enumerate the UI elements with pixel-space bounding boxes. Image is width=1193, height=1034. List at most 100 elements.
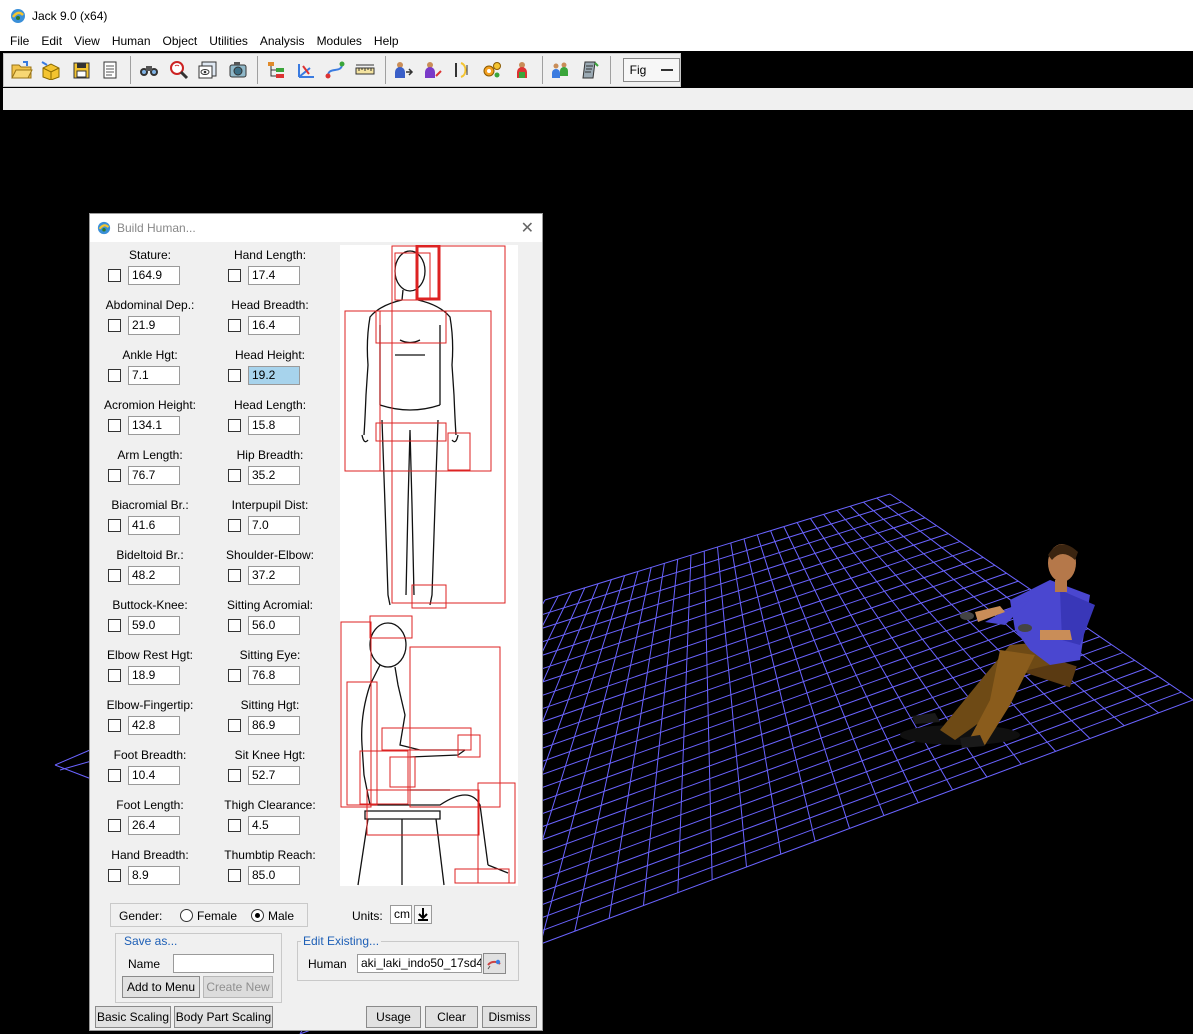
- field-value-input[interactable]: 10.4: [128, 766, 180, 785]
- field-label: Abdominal Dep.:: [105, 298, 195, 312]
- reach-icon[interactable]: [449, 56, 477, 84]
- usage-button[interactable]: Usage: [366, 1006, 421, 1028]
- clear-button[interactable]: Clear: [425, 1006, 478, 1028]
- pick-human-icon[interactable]: [483, 953, 506, 974]
- field-value-input[interactable]: 86.9: [248, 716, 300, 735]
- path-icon[interactable]: [322, 56, 350, 84]
- menu-analysis[interactable]: Analysis: [254, 34, 311, 48]
- gender-female-option[interactable]: Female: [180, 909, 237, 923]
- field-lock-checkbox[interactable]: [228, 719, 241, 732]
- field-value-input[interactable]: 8.9: [128, 866, 180, 885]
- field-value-input[interactable]: 4.5: [248, 816, 300, 835]
- field-value-input[interactable]: 59.0: [128, 616, 180, 635]
- field-value-input[interactable]: 42.8: [128, 716, 180, 735]
- search-view-icon[interactable]: [165, 56, 193, 84]
- menu-file[interactable]: File: [4, 34, 35, 48]
- field-lock-checkbox[interactable]: [108, 619, 121, 632]
- save-icon[interactable]: [67, 56, 95, 84]
- field-value-input[interactable]: 7.0: [248, 516, 300, 535]
- field-lock-checkbox[interactable]: [228, 469, 241, 482]
- menu-modules[interactable]: Modules: [311, 34, 368, 48]
- open-object-icon[interactable]: [38, 56, 66, 84]
- body-part-scaling-button[interactable]: Body Part Scaling: [174, 1006, 273, 1028]
- menu-edit[interactable]: Edit: [35, 34, 68, 48]
- field-value-input[interactable]: 7.1: [128, 366, 180, 385]
- close-icon[interactable]: ✕: [521, 218, 534, 238]
- field-value-input[interactable]: 15.8: [248, 416, 300, 435]
- camera-icon[interactable]: [224, 56, 252, 84]
- field-lock-checkbox[interactable]: [228, 869, 241, 882]
- field-value-input[interactable]: 85.0: [248, 866, 300, 885]
- name-field[interactable]: [173, 954, 274, 973]
- menu-utilities[interactable]: Utilities: [203, 34, 254, 48]
- menu-human[interactable]: Human: [106, 34, 157, 48]
- menu-view[interactable]: View: [68, 34, 106, 48]
- figure-axes-icon[interactable]: [292, 56, 320, 84]
- field-lock-checkbox[interactable]: [108, 519, 121, 532]
- binoculars-icon[interactable]: [135, 56, 163, 84]
- create-new-button[interactable]: Create New: [203, 976, 273, 998]
- hierarchy-tree-icon[interactable]: [262, 56, 290, 84]
- scroll-tool-icon[interactable]: [576, 56, 604, 84]
- field-value-input[interactable]: 18.9: [128, 666, 180, 685]
- anthropometry-diagram[interactable]: [340, 244, 518, 886]
- ruler-icon[interactable]: [351, 56, 379, 84]
- human-figure[interactable]: [900, 544, 1095, 748]
- add-to-menu-button[interactable]: Add to Menu: [122, 976, 200, 998]
- field-lock-checkbox[interactable]: [108, 469, 121, 482]
- field-lock-checkbox[interactable]: [108, 819, 121, 832]
- male-radio[interactable]: [251, 909, 264, 922]
- field-value-input[interactable]: 37.2: [248, 566, 300, 585]
- units-dropdown-icon[interactable]: [414, 905, 432, 924]
- field-lock-checkbox[interactable]: [108, 269, 121, 282]
- menu-help[interactable]: Help: [368, 34, 405, 48]
- basic-scaling-button[interactable]: Basic Scaling: [95, 1006, 171, 1028]
- field-lock-checkbox[interactable]: [108, 769, 121, 782]
- gender-male-option[interactable]: Male: [251, 909, 294, 923]
- human-scale-icon[interactable]: [508, 56, 536, 84]
- gears-figure-icon[interactable]: [478, 56, 506, 84]
- field-lock-checkbox[interactable]: [108, 319, 121, 332]
- field-lock-checkbox[interactable]: [228, 269, 241, 282]
- field-value-input[interactable]: 134.1: [128, 416, 180, 435]
- field-lock-checkbox[interactable]: [108, 569, 121, 582]
- field-lock-checkbox[interactable]: [108, 719, 121, 732]
- female-radio[interactable]: [180, 909, 193, 922]
- field-lock-checkbox[interactable]: [228, 669, 241, 682]
- field-value-input[interactable]: 52.7: [248, 766, 300, 785]
- field-lock-checkbox[interactable]: [228, 819, 241, 832]
- field-value-input[interactable]: 76.8: [248, 666, 300, 685]
- field-value-input[interactable]: 56.0: [248, 616, 300, 635]
- figure-select[interactable]: Fig: [622, 58, 680, 82]
- field-lock-checkbox[interactable]: [228, 519, 241, 532]
- field-lock-checkbox[interactable]: [108, 669, 121, 682]
- field-lock-checkbox[interactable]: [228, 369, 241, 382]
- field-value-input[interactable]: 48.2: [128, 566, 180, 585]
- field-lock-checkbox[interactable]: [228, 419, 241, 432]
- field-value-input[interactable]: 164.9: [128, 266, 180, 285]
- analysis-figures-icon[interactable]: [547, 56, 575, 84]
- dismiss-button[interactable]: Dismiss: [482, 1006, 537, 1028]
- field-lock-checkbox[interactable]: [228, 769, 241, 782]
- field-lock-checkbox[interactable]: [228, 569, 241, 582]
- field-value-input[interactable]: 21.9: [128, 316, 180, 335]
- field-lock-checkbox[interactable]: [228, 619, 241, 632]
- eye-view-icon[interactable]: [194, 56, 222, 84]
- field-value-input[interactable]: 16.4: [248, 316, 300, 335]
- field-lock-checkbox[interactable]: [108, 869, 121, 882]
- human-posture-icon[interactable]: [419, 56, 447, 84]
- field-value-input[interactable]: 41.6: [128, 516, 180, 535]
- notes-icon[interactable]: [97, 56, 125, 84]
- field-value-input[interactable]: 19.2: [248, 366, 300, 385]
- human-move-icon[interactable]: [390, 56, 418, 84]
- field-lock-checkbox[interactable]: [108, 419, 121, 432]
- menu-object[interactable]: Object: [157, 34, 204, 48]
- field-value-input[interactable]: 26.4: [128, 816, 180, 835]
- human-field[interactable]: aki_laki_indo50_17sd47: [357, 954, 482, 973]
- field-value-input[interactable]: 17.4: [248, 266, 300, 285]
- field-value-input[interactable]: 35.2: [248, 466, 300, 485]
- field-lock-checkbox[interactable]: [108, 369, 121, 382]
- field-value-input[interactable]: 76.7: [128, 466, 180, 485]
- field-lock-checkbox[interactable]: [228, 319, 241, 332]
- open-folder-icon[interactable]: [8, 56, 36, 84]
